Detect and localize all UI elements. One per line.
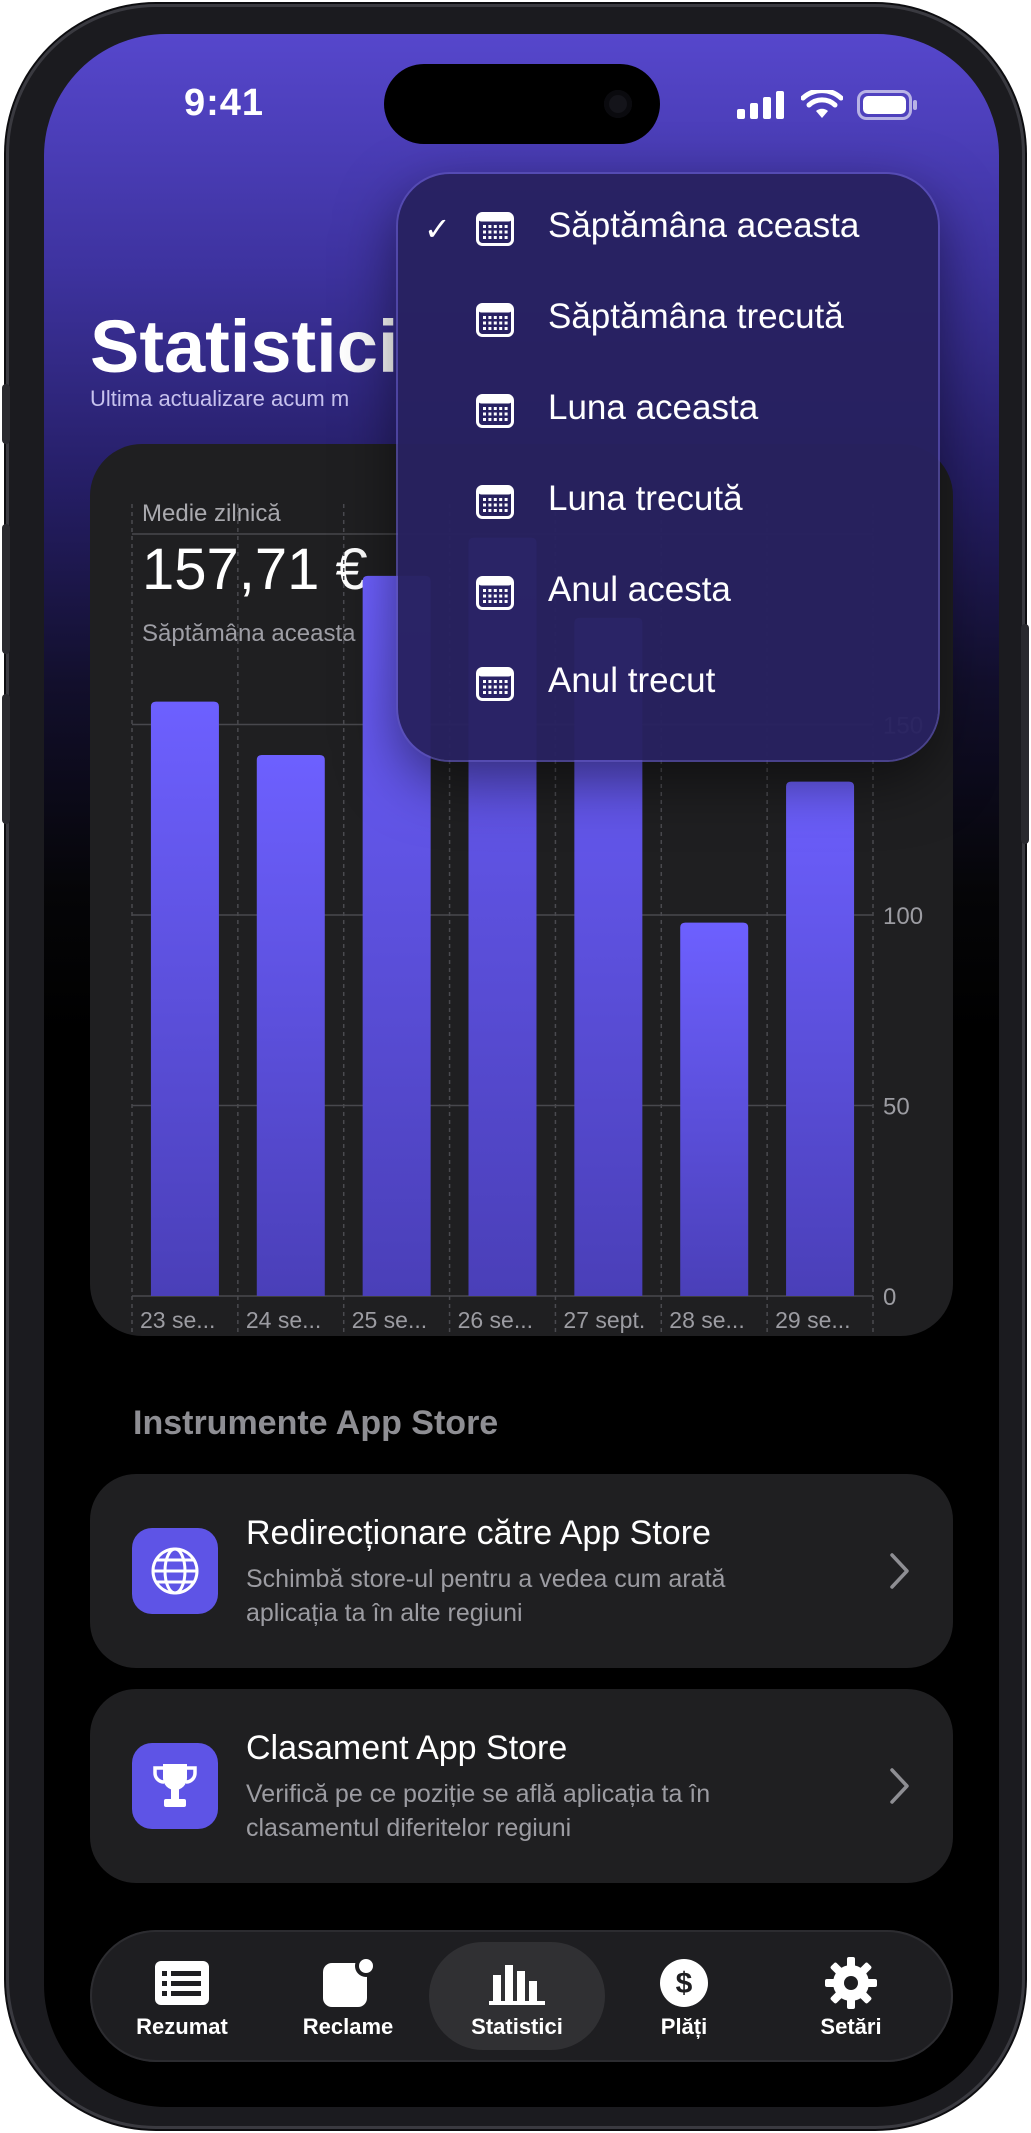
chart-y-tick-label: 0 — [883, 1284, 896, 1311]
last-updated-text: Ultima actualizare acum m — [90, 386, 350, 411]
calendar-icon — [476, 667, 514, 701]
signal-icon — [737, 91, 784, 119]
period-option-label: Luna aceasta — [548, 388, 759, 427]
phone-frame: 9:41 Statistici Ultima actualizare acum … — [2, 4, 1029, 2129]
tab-label: Setări — [820, 2014, 882, 2039]
status-icons — [737, 90, 919, 120]
svg-text:$: $ — [676, 1967, 693, 2000]
gear-icon — [825, 1957, 877, 2009]
tab-label: Plăți — [660, 2014, 708, 2039]
chart-x-tick-label: 23 se... — [140, 1307, 215, 1333]
tab-rezumat[interactable]: Rezumat — [94, 1942, 270, 2050]
screen: 9:41 Statistici Ultima actualizare acum … — [44, 34, 999, 2107]
tab-label: Reclame — [302, 2014, 394, 2039]
calendar-icon — [476, 394, 514, 428]
chart-x-tick-label: 26 se... — [458, 1307, 533, 1333]
chart-bar[interactable] — [680, 922, 749, 1296]
period-option[interactable]: Luna trecută — [398, 457, 938, 547]
tab-bar: Rezumat Reclame Statistici $ Plăți Setăr… — [90, 1930, 953, 2062]
chevron-right-icon — [890, 1768, 909, 1804]
chart-bar[interactable] — [256, 754, 325, 1296]
chart-x-tick-label: 24 se... — [246, 1307, 321, 1333]
period-option-label: Săptămâna trecută — [548, 297, 844, 336]
period-option[interactable]: ✓ Săptămâna aceasta — [398, 184, 938, 274]
checkmark-icon: ✓ — [424, 211, 451, 247]
period-option[interactable]: Săptămâna trecută — [398, 275, 938, 365]
period-dropdown-menu: ✓ Săptămâna aceasta Săptămâna trecută Luna … — [398, 174, 938, 760]
wifi-icon — [801, 90, 843, 118]
period-option[interactable]: Anul acesta — [398, 548, 938, 638]
chart-x-tick-label: 28 se... — [669, 1307, 744, 1333]
battery-icon — [857, 90, 917, 120]
dynamic-island — [384, 64, 660, 144]
period-option[interactable]: Luna aceasta — [398, 366, 938, 456]
chevron-right-icon — [890, 1553, 909, 1589]
globe-icon — [151, 1547, 199, 1595]
tab-plati[interactable]: $ Plăți — [596, 1942, 772, 2050]
ranking-description: Verifică pe ce poziție se află aplicația… — [246, 1780, 711, 1842]
action-button — [2, 384, 10, 444]
section-title: Instrumente App Store — [133, 1404, 499, 1442]
calendar-icon — [476, 485, 514, 519]
ads-icon — [323, 1957, 375, 2007]
redirect-title: Redirecționare către App Store — [246, 1514, 711, 1552]
list-icon — [155, 1961, 209, 2005]
chart-icon — [489, 1965, 545, 2005]
redirect-description: Schimbă store-ul pentru a vedea cum arat… — [246, 1565, 726, 1627]
tab-setari[interactable]: Setări — [763, 1942, 939, 2050]
ranking-title: Clasament App Store — [246, 1729, 568, 1767]
period-option-label: Anul acesta — [548, 570, 731, 609]
calendar-icon — [476, 212, 514, 246]
trophy-icon — [153, 1764, 197, 1807]
tab-reclame[interactable]: Reclame — [260, 1942, 436, 2050]
status-time: 9:41 — [184, 82, 265, 124]
chart-y-tick-label: 100 — [883, 903, 923, 930]
dollar-icon: $ — [660, 1959, 708, 2007]
calendar-icon — [476, 576, 514, 610]
period-option-label: Anul trecut — [548, 661, 716, 700]
app-store-ranking-row[interactable]: Clasament App Store Verifică pe ce poziț… — [90, 1689, 953, 1883]
volume-up-button — [2, 524, 10, 654]
volume-down-button — [2, 694, 10, 824]
power-button — [1021, 624, 1029, 844]
page-title: Statistici — [90, 305, 399, 388]
app-store-redirect-row[interactable]: Redirecționare către App Store Schimbă s… — [90, 1474, 953, 1668]
period-option-label: Săptămâna aceasta — [548, 206, 860, 245]
period-option-label: Luna trecută — [548, 479, 743, 518]
chart-bar[interactable] — [150, 701, 219, 1296]
calendar-icon — [476, 303, 514, 337]
chart-y-tick-label: 50 — [883, 1094, 910, 1121]
tab-label: Rezumat — [136, 2014, 228, 2039]
period-option[interactable]: Anul trecut — [398, 639, 938, 729]
tab-statistici[interactable]: Statistici — [429, 1942, 605, 2050]
globe-icon-box — [132, 1528, 218, 1614]
chart-bar[interactable] — [786, 781, 855, 1296]
chart-x-tick-label: 25 se... — [352, 1307, 427, 1333]
chart-x-tick-label: 27 sept. — [563, 1307, 645, 1333]
trophy-icon-box — [132, 1743, 218, 1829]
chart-x-tick-label: 29 se... — [775, 1307, 850, 1333]
tab-label: Statistici — [471, 2014, 563, 2039]
